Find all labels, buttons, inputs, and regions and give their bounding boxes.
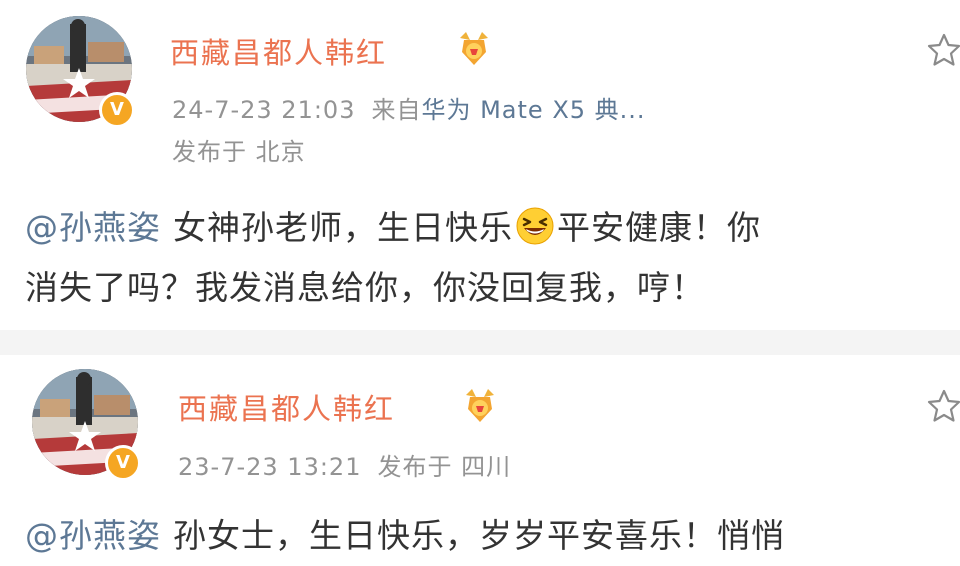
post-source[interactable]: 华为 Mate X5 典...: [421, 96, 645, 124]
mention-link[interactable]: @孙燕姿: [25, 516, 161, 555]
gold-medal-icon: [460, 32, 488, 65]
post-text: 孙女士，生日快乐，岁岁平安喜乐！悄悄: [173, 516, 785, 555]
star-outline-icon[interactable]: [926, 32, 960, 68]
grinning-squinting-face-icon: [516, 207, 554, 245]
username[interactable]: 西藏昌都人韩红: [170, 30, 387, 72]
verified-badge: V: [105, 445, 141, 481]
post-text: 平安健康！你: [557, 208, 761, 247]
post-location: 发布于 四川: [377, 453, 512, 481]
post-location: 发布于 北京: [172, 138, 306, 166]
post-timestamp[interactable]: 24-7-23 21:03: [172, 96, 355, 124]
mention-link[interactable]: @孙燕姿: [25, 208, 161, 247]
post-text: 女神孙老师，生日快乐: [173, 208, 513, 247]
post-meta: 24-7-23 21:03 来自华为 Mate X5 典...: [172, 90, 646, 125]
weibo-post: V 西藏昌都人韩红 24-7-23 21:03 来自华为 Mate X5 典...…: [0, 0, 960, 330]
feed-divider: [0, 330, 960, 355]
post-meta: 23-7-23 13:21 发布于 四川: [178, 447, 511, 482]
verified-badge: V: [99, 92, 135, 128]
post-content-line: @孙燕姿 孙女士，生日快乐，岁岁平安喜乐！悄悄: [25, 506, 785, 566]
star-outline-icon[interactable]: [926, 388, 960, 424]
post-timestamp[interactable]: 23-7-23 13:21: [178, 453, 361, 481]
gold-medal-icon: [466, 389, 494, 422]
post-content-line: @孙燕姿 女神孙老师，生日快乐 平安健康！你: [25, 198, 761, 258]
post-content: @孙燕姿 孙女士，生日快乐，岁岁平安喜乐！悄悄: [25, 506, 785, 566]
username[interactable]: 西藏昌都人韩红: [178, 386, 395, 428]
weibo-post: V 西藏昌都人韩红 23-7-23 13:21 发布于 四川 @孙燕姿 孙女士，生日…: [0, 355, 960, 565]
post-content: @孙燕姿 女神孙老师，生日快乐 平安健康！你 消失了吗？我发消息给你，你没回复我，…: [25, 198, 761, 318]
post-content-line: 消失了吗？我发消息给你，你没回复我，哼！: [25, 268, 705, 307]
source-prefix: 来自: [371, 96, 422, 124]
